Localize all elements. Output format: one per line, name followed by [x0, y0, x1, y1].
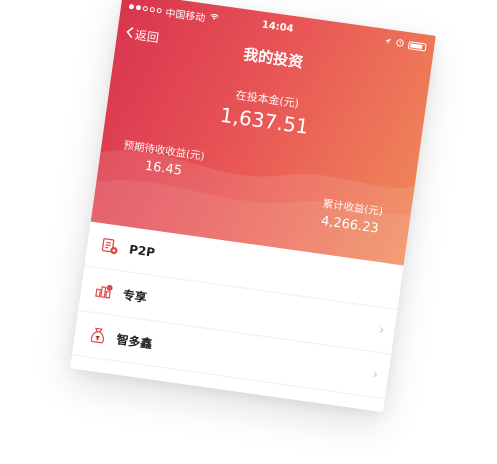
carrier-name: 中国移动 — [164, 7, 206, 24]
chevron-right-icon: › — [377, 321, 386, 339]
chevron-right-icon: › — [365, 411, 373, 412]
money-bag-icon — [90, 327, 104, 344]
investment-header: 中国移动 14:04 返回 我的投资 在投本金(元) 1,637.51 预期待收… — [90, 0, 436, 266]
menu-item-label: 专享 — [121, 287, 148, 305]
alarm-icon — [395, 37, 406, 50]
chevron-right-icon: › — [371, 366, 380, 384]
menu-item-label: 智多鑫 — [115, 331, 154, 351]
status-right-icons — [383, 36, 427, 54]
battery-icon — [407, 41, 427, 52]
screenshot-stage: 中国移动 14:04 返回 我的投资 在投本金(元) 1,637.51 预期待收… — [0, 0, 497, 464]
signal-icon — [128, 3, 163, 13]
p2p-icon — [101, 238, 118, 255]
location-icon — [383, 36, 392, 48]
exclusive-icon — [95, 284, 113, 299]
status-time: 14:04 — [261, 19, 295, 35]
phone-screen: 中国移动 14:04 返回 我的投资 在投本金(元) 1,637.51 预期待收… — [70, 0, 436, 413]
menu-item-label: P2P — [128, 242, 156, 260]
wifi-icon — [209, 12, 220, 24]
